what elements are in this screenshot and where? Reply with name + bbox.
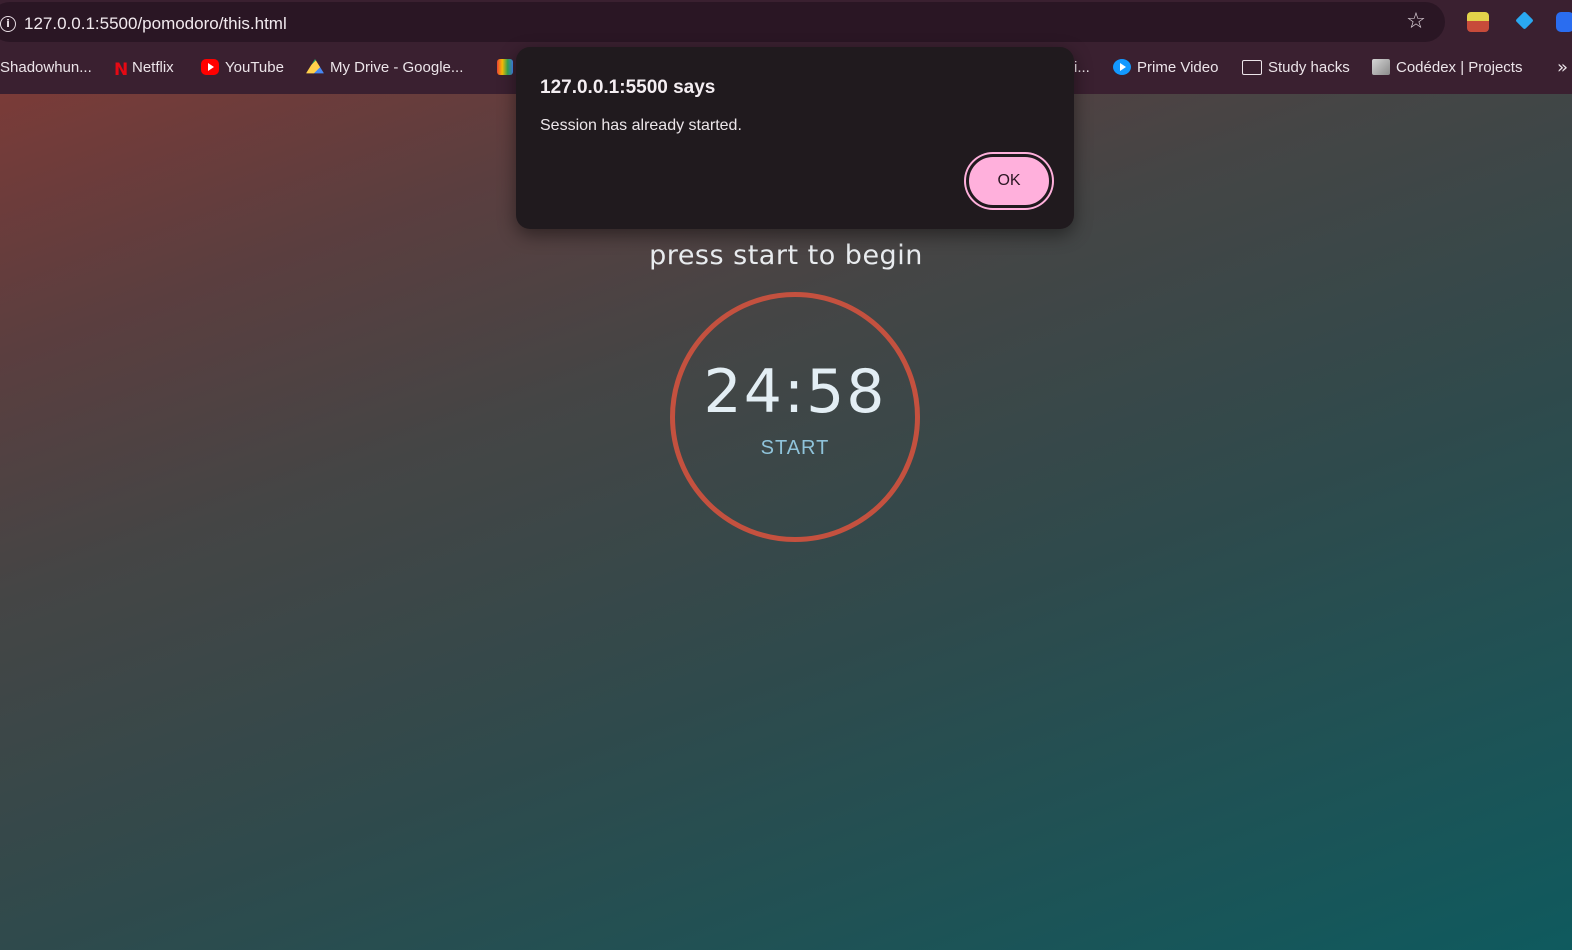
bookmark-label: i... <box>1074 59 1090 76</box>
bookmark-star-icon[interactable]: ☆ <box>1404 10 1428 34</box>
extension-shield-icon[interactable] <box>1556 12 1572 32</box>
start-button[interactable]: START <box>675 437 915 460</box>
bookmark-label: Codédex | Projects <box>1396 59 1523 76</box>
bookmark-prime-video[interactable]: Prime Video <box>1113 58 1218 78</box>
bookmark-netflix[interactable]: Netflix <box>114 58 174 78</box>
folder-icon <box>1242 60 1262 75</box>
address-bar[interactable]: i 127.0.0.1:5500/pomodoro/this.html <box>0 2 1445 42</box>
bookmark-my-drive[interactable]: My Drive - Google... <box>306 58 463 78</box>
bookmark-youtube[interactable]: YouTube <box>201 58 284 78</box>
bookmark-truncated[interactable]: i... <box>1074 58 1090 78</box>
bookmark-label: YouTube <box>225 59 284 76</box>
site-info-icon[interactable]: i <box>0 16 16 32</box>
bookmark-label: Netflix <box>132 59 174 76</box>
prompt-text: press start to begin <box>649 240 923 271</box>
dialog-title: 127.0.0.1:5500 says <box>540 77 716 98</box>
timer-display: 24:58 <box>703 357 887 427</box>
bookmark-label: Study hacks <box>1268 59 1350 76</box>
netflix-icon <box>114 60 126 76</box>
url-text[interactable]: 127.0.0.1:5500/pomodoro/this.html <box>24 14 287 34</box>
bookmark-label: My Drive - Google... <box>330 59 464 76</box>
gmail-icon <box>497 59 513 75</box>
extension-diamond-icon[interactable] <box>1514 12 1536 32</box>
dialog-message: Session has already started. <box>540 117 742 134</box>
prime-video-icon <box>1113 59 1131 75</box>
bookmark-codedex[interactable]: Codédex | Projects <box>1372 58 1522 78</box>
bookmark-label: Prime Video <box>1137 59 1219 76</box>
ok-button[interactable]: OK <box>966 154 1052 208</box>
more-bookmarks-icon[interactable]: » <box>1557 58 1568 78</box>
bookmark-study-hacks[interactable]: Study hacks <box>1242 58 1350 78</box>
google-drive-icon <box>306 59 324 74</box>
alert-dialog: 127.0.0.1:5500 says Session has already … <box>516 47 1074 229</box>
bookmark-label: Shadowhun... <box>0 59 92 76</box>
timer-ring: 24:58 START <box>670 292 920 542</box>
codedex-icon <box>1372 59 1390 75</box>
youtube-icon <box>201 59 219 75</box>
bookmark-shadowhunters[interactable]: Shadowhun... <box>0 58 92 78</box>
extension-icon[interactable] <box>1467 12 1489 32</box>
